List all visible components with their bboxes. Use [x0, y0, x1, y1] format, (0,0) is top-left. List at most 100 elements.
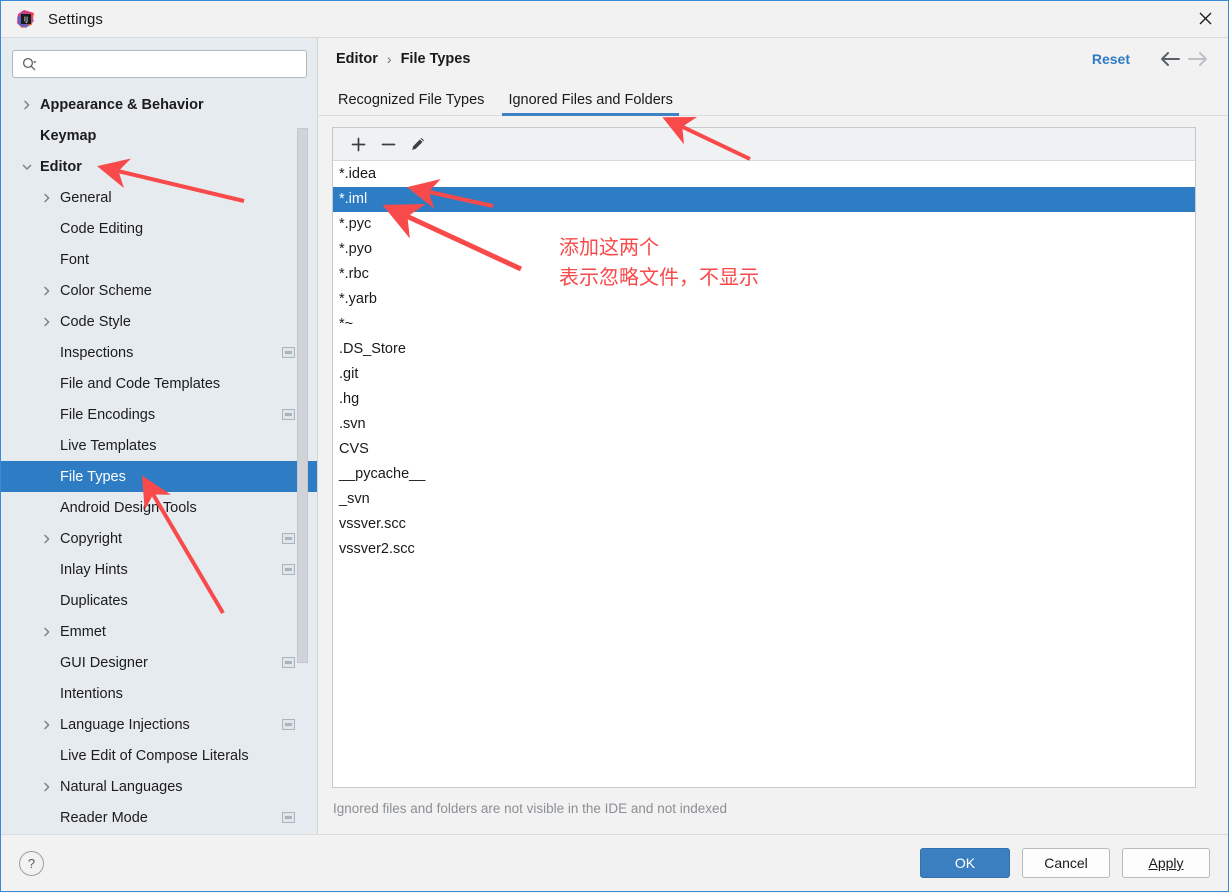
apply-button[interactable]: Apply	[1122, 848, 1210, 878]
reset-button[interactable]: Reset	[1092, 51, 1130, 67]
search-wrap	[1, 38, 317, 86]
arrow-right-icon[interactable]	[1184, 51, 1212, 67]
tab-label: Recognized File Types	[338, 92, 485, 108]
chevron-right-icon[interactable]	[40, 625, 54, 639]
sidebar-item-label: File Types	[60, 468, 126, 485]
list-item[interactable]: vssver2.scc	[333, 537, 1195, 562]
tab-bar[interactable]: Recognized File Types Ignored Files and F…	[318, 80, 1228, 116]
search-box[interactable]	[12, 50, 307, 78]
project-scope-icon	[282, 409, 295, 420]
sidebar-item-label: General	[60, 189, 112, 206]
breadcrumb-parent[interactable]: Editor	[336, 51, 378, 67]
ignored-file-list[interactable]: *.idea *.iml *.pyc *.pyo *.rbc *.yarb *~ .DS_St…	[333, 161, 1195, 787]
tab-recognized-file-types[interactable]: Recognized File Types	[332, 92, 490, 116]
ok-button[interactable]: OK	[920, 848, 1010, 878]
sidebar-item-label: Inlay Hints	[60, 561, 128, 578]
sidebar-item-reader-mode[interactable]: Reader Mode	[1, 802, 317, 833]
sidebar-item-keymap[interactable]: Keymap	[1, 120, 317, 151]
chevron-right-icon[interactable]	[40, 718, 54, 732]
sidebar-item-file-types[interactable]: File Types	[1, 461, 317, 492]
sidebar-item-label: File Encodings	[60, 406, 156, 423]
search-input[interactable]	[37, 51, 306, 77]
sidebar-item-editor[interactable]: Editor	[1, 151, 317, 182]
project-scope-icon	[282, 347, 295, 358]
list-item[interactable]: CVS	[333, 437, 1195, 462]
sidebar-item-android-design-tools[interactable]: Android Design Tools	[1, 492, 317, 523]
sidebar-item-inspections[interactable]: Inspections	[1, 337, 317, 368]
list-item[interactable]: *.rbc	[333, 262, 1195, 287]
list-item[interactable]: vssver.scc	[333, 512, 1195, 537]
chevron-right-icon[interactable]	[40, 315, 54, 329]
sidebar-item-label: Reader Mode	[60, 809, 148, 826]
sidebar-item-label: Emmet	[60, 623, 106, 640]
list-item[interactable]: .git	[333, 362, 1195, 387]
sidebar-item-appearance-behavior[interactable]: Appearance & Behavior	[1, 89, 317, 120]
chevron-down-icon[interactable]	[20, 160, 34, 174]
list-item[interactable]: .DS_Store	[333, 337, 1195, 362]
chevron-right-icon[interactable]	[20, 98, 34, 112]
sidebar-item-code-editing[interactable]: Code Editing	[1, 213, 317, 244]
plus-icon[interactable]	[343, 131, 373, 157]
sidebar-item-intentions[interactable]: Intentions	[1, 678, 317, 709]
project-scope-icon	[282, 657, 295, 668]
dialog-footer: ? OK Cancel Apply	[1, 834, 1228, 891]
sidebar-item-emmet[interactable]: Emmet	[1, 616, 317, 647]
settings-sidebar: Appearance & Behavior Keymap Editor General…	[1, 38, 317, 834]
sidebar-item-duplicates[interactable]: Duplicates	[1, 585, 317, 616]
tab-label: Ignored Files and Folders	[508, 92, 673, 108]
sidebar-item-inlay-hints[interactable]: Inlay Hints	[1, 554, 317, 585]
list-item[interactable]: *.yarb	[333, 287, 1195, 312]
sidebar-item-label: Intentions	[60, 685, 123, 702]
sidebar-item-font[interactable]: Font	[1, 244, 317, 275]
sidebar-item-label: Editor	[40, 158, 82, 175]
chevron-right-icon[interactable]	[40, 191, 54, 205]
sidebar-item-copyright[interactable]: Copyright	[1, 523, 317, 554]
list-item[interactable]: *.pyc	[333, 212, 1195, 237]
question-mark-icon[interactable]: ?	[19, 850, 44, 876]
panel-area: *.idea *.iml *.pyc *.pyo *.rbc *.yarb *~ .DS_St…	[318, 116, 1228, 834]
project-scope-icon	[282, 533, 295, 544]
chevron-right-icon[interactable]	[40, 284, 54, 298]
settings-tree[interactable]: Appearance & Behavior Keymap Editor General…	[1, 86, 317, 834]
list-item[interactable]: __pycache__	[333, 462, 1195, 487]
list-item[interactable]: *.idea	[333, 162, 1195, 187]
sidebar-item-language-injections[interactable]: Language Injections	[1, 709, 317, 740]
sidebar-item-label: Code Style	[60, 313, 131, 330]
sidebar-item-color-scheme[interactable]: Color Scheme	[1, 275, 317, 306]
sidebar-item-general[interactable]: General	[1, 182, 317, 213]
list-item[interactable]: .hg	[333, 387, 1195, 412]
list-item[interactable]: _svn	[333, 487, 1195, 512]
sidebar-item-gui-designer[interactable]: GUI Designer	[1, 647, 317, 678]
sidebar-item-natural-languages[interactable]: Natural Languages	[1, 771, 317, 802]
sidebar-item-file-and-code-templates[interactable]: File and Code Templates	[1, 368, 317, 399]
sidebar-item-live-templates[interactable]: Live Templates	[1, 430, 317, 461]
list-item[interactable]: *.pyo	[333, 237, 1195, 262]
pencil-icon[interactable]	[403, 131, 433, 157]
chevron-right-icon[interactable]	[40, 780, 54, 794]
breadcrumb-separator: ›	[386, 51, 392, 67]
close-icon[interactable]	[1182, 1, 1228, 36]
list-item[interactable]: *~	[333, 312, 1195, 337]
tab-ignored-files-and-folders[interactable]: Ignored Files and Folders	[502, 92, 680, 116]
list-item[interactable]: .svn	[333, 412, 1195, 437]
sidebar-item-label: Natural Languages	[60, 778, 183, 795]
sidebar-scrollbar-thumb[interactable]	[297, 128, 308, 663]
arrow-left-icon[interactable]	[1156, 51, 1184, 67]
sidebar-item-code-style[interactable]: Code Style	[1, 306, 317, 337]
breadcrumb: Editor › File Types Reset	[318, 38, 1228, 80]
sidebar-item-file-encodings[interactable]: File Encodings	[1, 399, 317, 430]
cancel-button[interactable]: Cancel	[1022, 848, 1110, 878]
window-title: Settings	[48, 10, 103, 28]
chevron-right-icon[interactable]	[40, 532, 54, 546]
sidebar-item-live-edit-of-compose-literals[interactable]: Live Edit of Compose Literals	[1, 740, 317, 771]
minus-icon[interactable]	[373, 131, 403, 157]
list-item[interactable]: *.iml	[333, 187, 1195, 212]
sidebar-item-label: Keymap	[40, 127, 97, 144]
